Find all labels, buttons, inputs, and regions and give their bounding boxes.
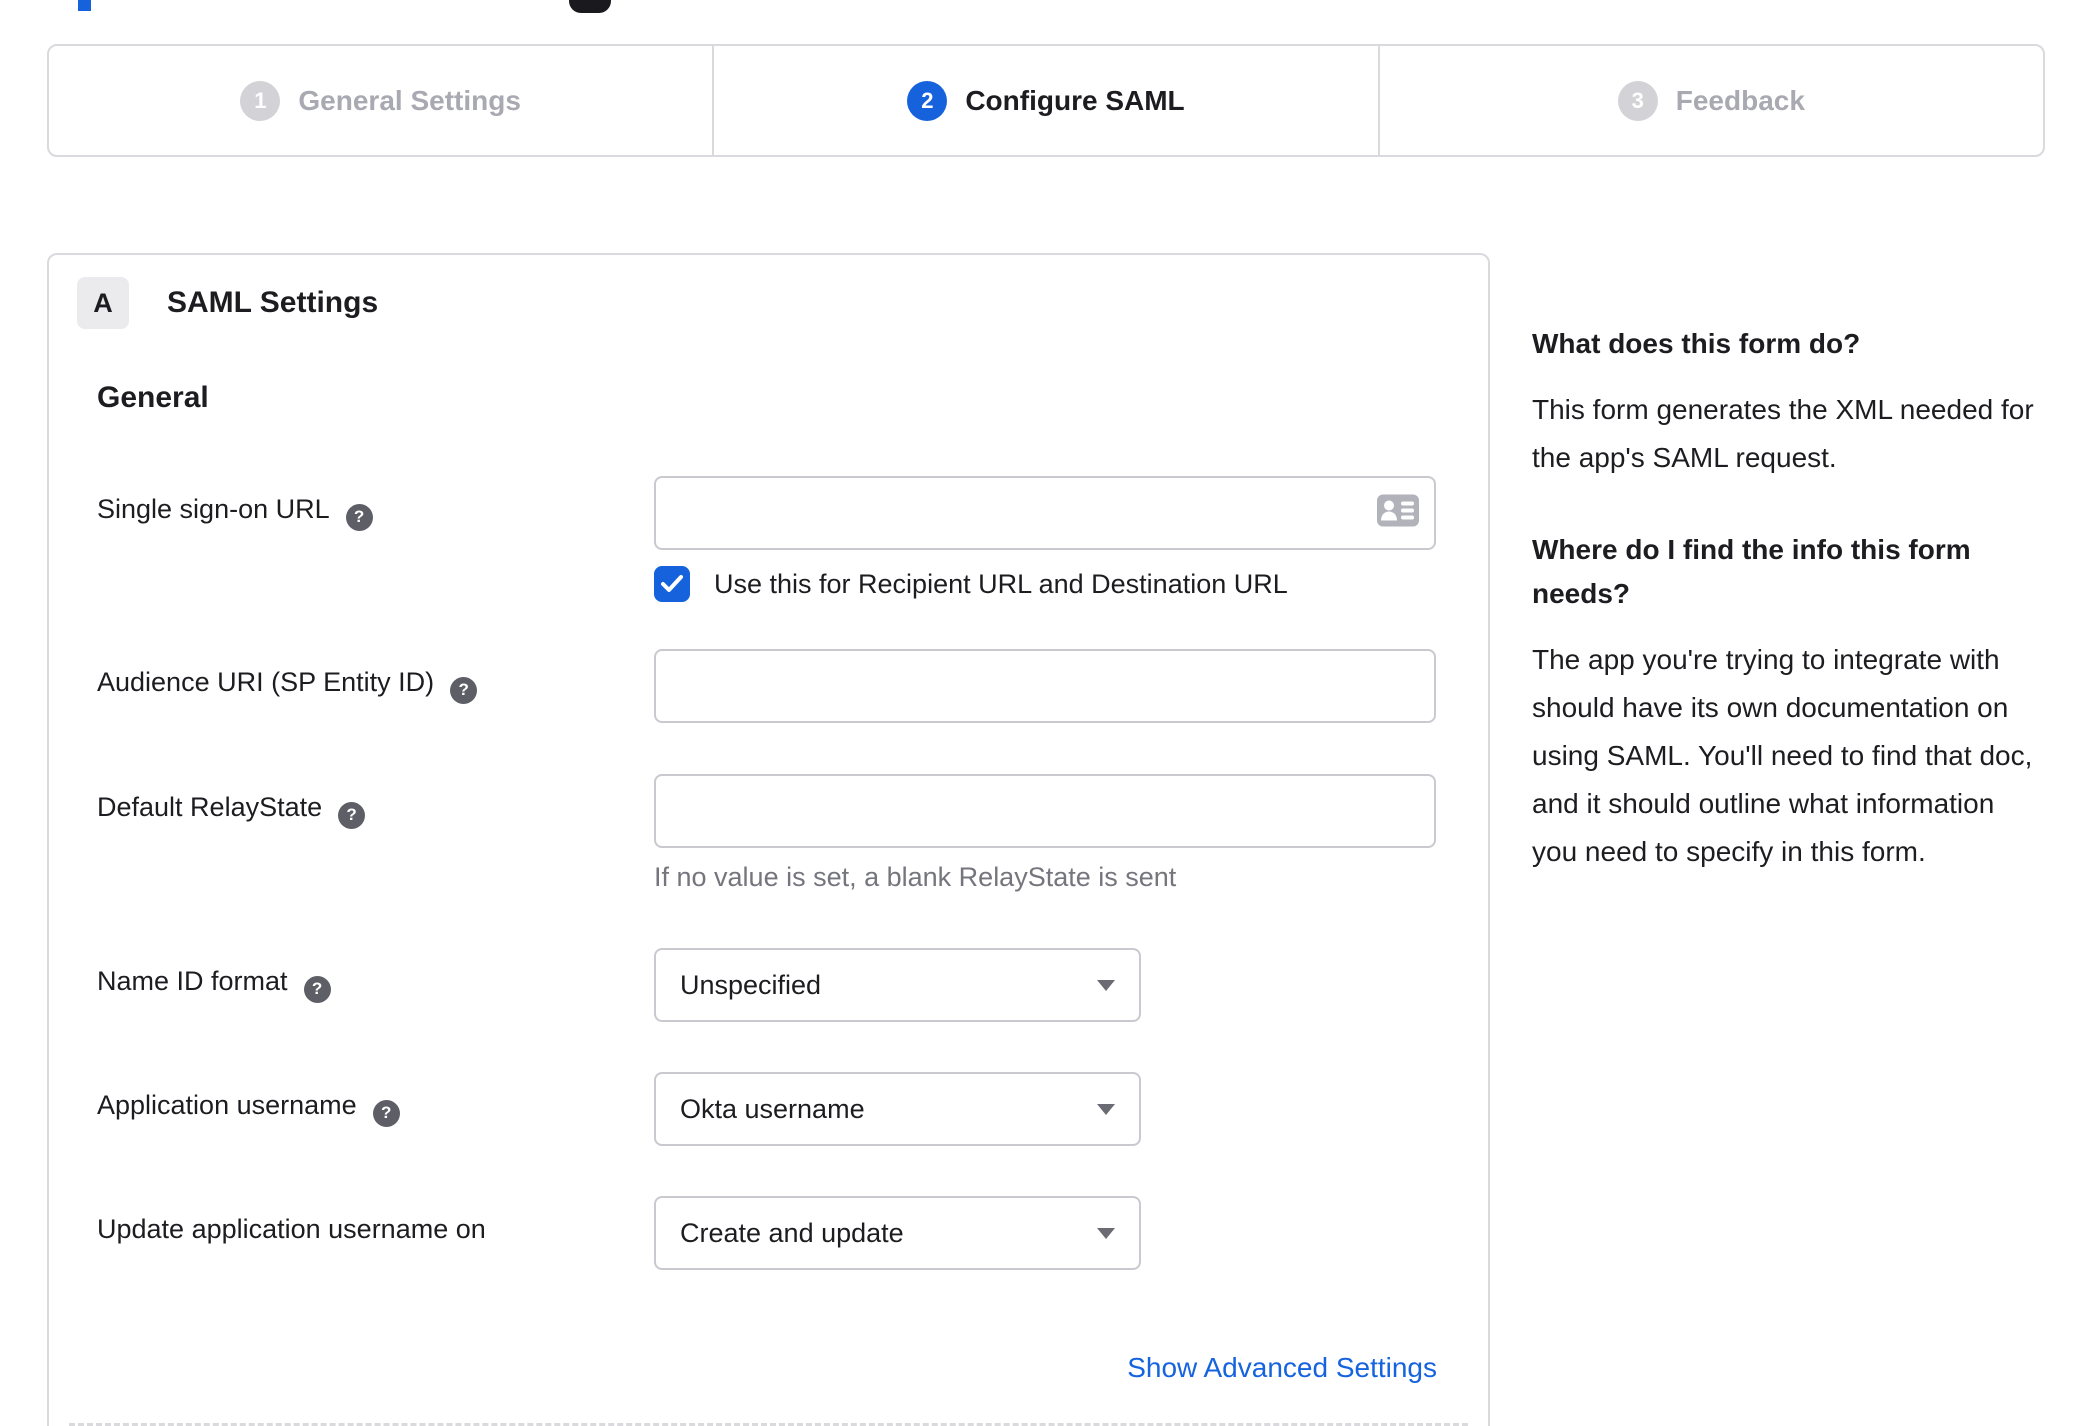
help-icon[interactable]: ?	[303, 975, 331, 1003]
saml-settings-panel: A SAML Settings General Single sign-on U…	[47, 253, 1490, 1426]
single-sign-on-url-row: Single sign-on URL? Use this for Recipie…	[97, 476, 1437, 602]
update-application-username-select[interactable]: Create and update	[654, 1196, 1141, 1270]
help-sidebar: What does this form do? This form genera…	[1532, 322, 2044, 876]
name-id-format-value: Unspecified	[680, 969, 822, 1000]
step-general-settings[interactable]: 1 General Settings	[49, 46, 712, 155]
help-q2-body: The app you're trying to integrate with …	[1532, 644, 2033, 867]
step-number-badge: 2	[907, 80, 948, 121]
relaystate-hint: If no value is set, a blank RelayState i…	[654, 862, 1177, 892]
page-title-fragment	[569, 0, 611, 13]
help-q2-heading: Where do I find the info this form needs…	[1532, 534, 1971, 609]
step-configure-saml[interactable]: 2 Configure SAML	[712, 46, 1377, 155]
chevron-down-icon	[1097, 1103, 1115, 1115]
audience-uri-input[interactable]	[654, 649, 1436, 723]
name-id-format-select[interactable]: Unspecified	[654, 948, 1141, 1022]
default-relaystate-row: Default RelayState? If no value is set, …	[97, 774, 1437, 893]
help-icon[interactable]: ?	[372, 1099, 400, 1127]
recipient-url-checkbox-row: Use this for Recipient URL and Destinati…	[654, 566, 1437, 602]
name-id-format-row: Name ID format? Unspecified	[97, 948, 1437, 1022]
chevron-down-icon	[1097, 1227, 1115, 1239]
name-id-format-label: Name ID format?	[97, 948, 654, 1022]
application-username-value: Okta username	[680, 1093, 865, 1124]
panel-header: A SAML Settings	[77, 277, 378, 329]
recipient-url-checkbox-label[interactable]: Use this for Recipient URL and Destinati…	[714, 569, 1288, 600]
step-feedback[interactable]: 3 Feedback	[1377, 46, 2043, 155]
wizard-stepper: 1 General Settings 2 Configure SAML 3 Fe…	[47, 44, 2045, 157]
single-sign-on-url-input[interactable]	[654, 476, 1436, 550]
panel-title: SAML Settings	[167, 286, 379, 319]
step-number-badge: 1	[240, 80, 281, 121]
help-icon[interactable]: ?	[345, 503, 373, 531]
help-q1-body: This form generates the XML needed for t…	[1532, 394, 2034, 473]
show-advanced-settings-link[interactable]: Show Advanced Settings	[1127, 1352, 1437, 1383]
default-relaystate-label: Default RelayState?	[97, 774, 654, 893]
advanced-settings-row: Show Advanced Settings	[97, 1352, 1437, 1384]
help-q1-heading: What does this form do?	[1532, 328, 1861, 359]
audience-uri-row: Audience URI (SP Entity ID)?	[97, 649, 1437, 723]
help-icon[interactable]: ?	[450, 676, 478, 704]
section-a-badge: A	[77, 277, 129, 329]
step-label: General Settings	[298, 84, 521, 116]
audience-uri-label: Audience URI (SP Entity ID)?	[97, 649, 654, 723]
application-username-label: Application username?	[97, 1072, 654, 1146]
step-number-badge: 3	[1617, 80, 1658, 121]
chevron-down-icon	[1097, 979, 1115, 991]
update-application-username-value: Create and update	[680, 1217, 904, 1248]
contact-card-icon[interactable]	[1376, 494, 1420, 533]
application-username-row: Application username? Okta username	[97, 1072, 1437, 1146]
default-relaystate-input[interactable]	[654, 774, 1436, 848]
recipient-url-checkbox[interactable]	[654, 566, 690, 602]
step-label: Feedback	[1675, 84, 1805, 116]
update-application-username-label: Update application username on	[97, 1214, 486, 1244]
application-username-select[interactable]: Okta username	[654, 1072, 1141, 1146]
update-application-username-row: Update application username on Create an…	[97, 1196, 1437, 1270]
help-icon[interactable]: ?	[338, 801, 366, 829]
single-sign-on-url-label: Single sign-on URL?	[97, 476, 654, 602]
general-group-heading: General	[97, 381, 209, 414]
page-title-fragment	[78, 0, 91, 11]
step-label: Configure SAML	[965, 84, 1185, 116]
